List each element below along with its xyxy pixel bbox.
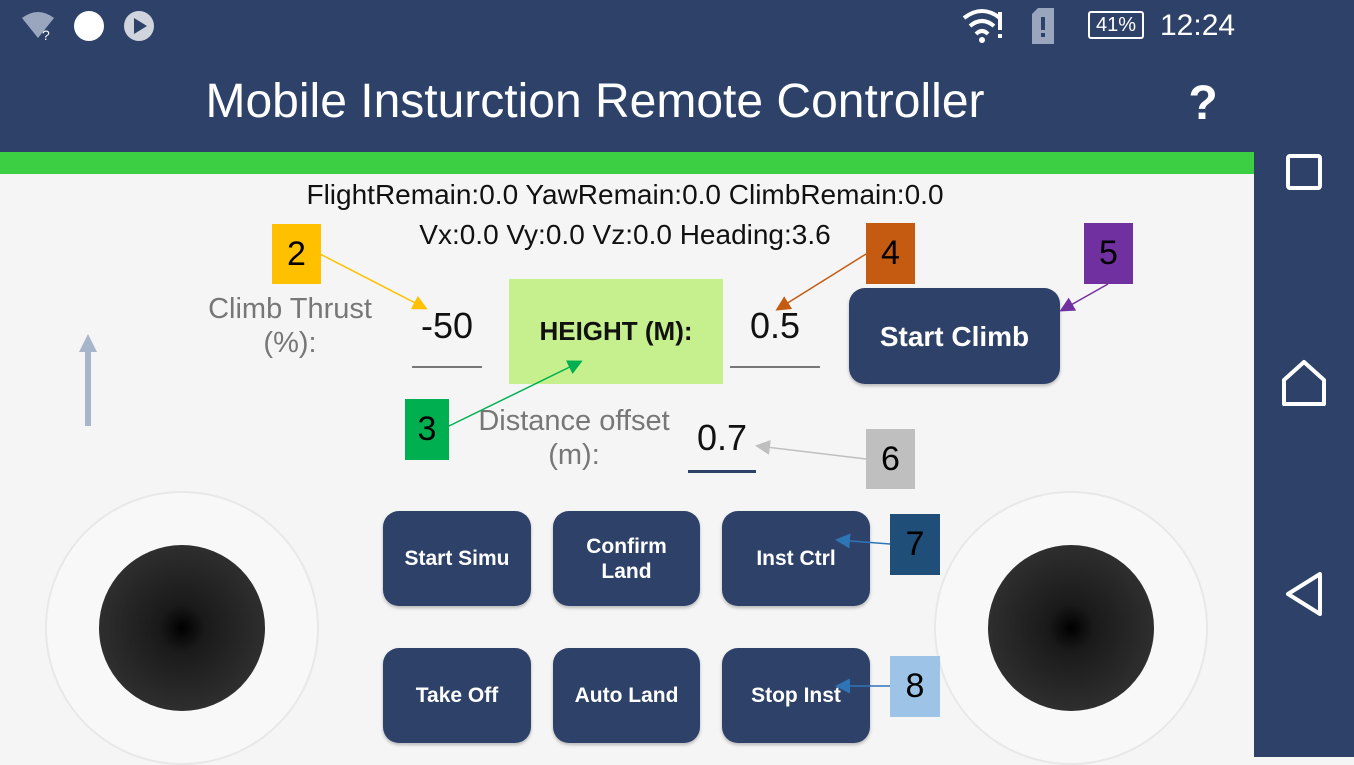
annotation-tag-5: 5 xyxy=(1084,223,1133,284)
back-icon[interactable] xyxy=(1282,570,1326,618)
recent-apps-icon[interactable] xyxy=(1284,152,1324,192)
annotation-tag-8: 8 xyxy=(890,656,940,717)
annotation-arrow-7 xyxy=(835,533,891,549)
annotation-arrow-2 xyxy=(319,253,428,310)
annotation-arrows xyxy=(319,253,1109,694)
system-nav-bar xyxy=(1254,0,1354,757)
annotation-tag-3: 3 xyxy=(405,399,449,460)
annotation-tag-4: 4 xyxy=(866,223,915,284)
annotation-arrow-5 xyxy=(1059,283,1109,312)
annotation-arrow-4 xyxy=(775,253,867,311)
home-icon[interactable] xyxy=(1280,358,1328,408)
annotation-tag-2: 2 xyxy=(272,224,321,284)
annotation-arrow-3 xyxy=(448,360,583,427)
annotation-tag-7: 7 xyxy=(890,514,940,575)
annotation-tag-6: 6 xyxy=(866,429,915,489)
annotation-arrow-6 xyxy=(755,439,867,460)
